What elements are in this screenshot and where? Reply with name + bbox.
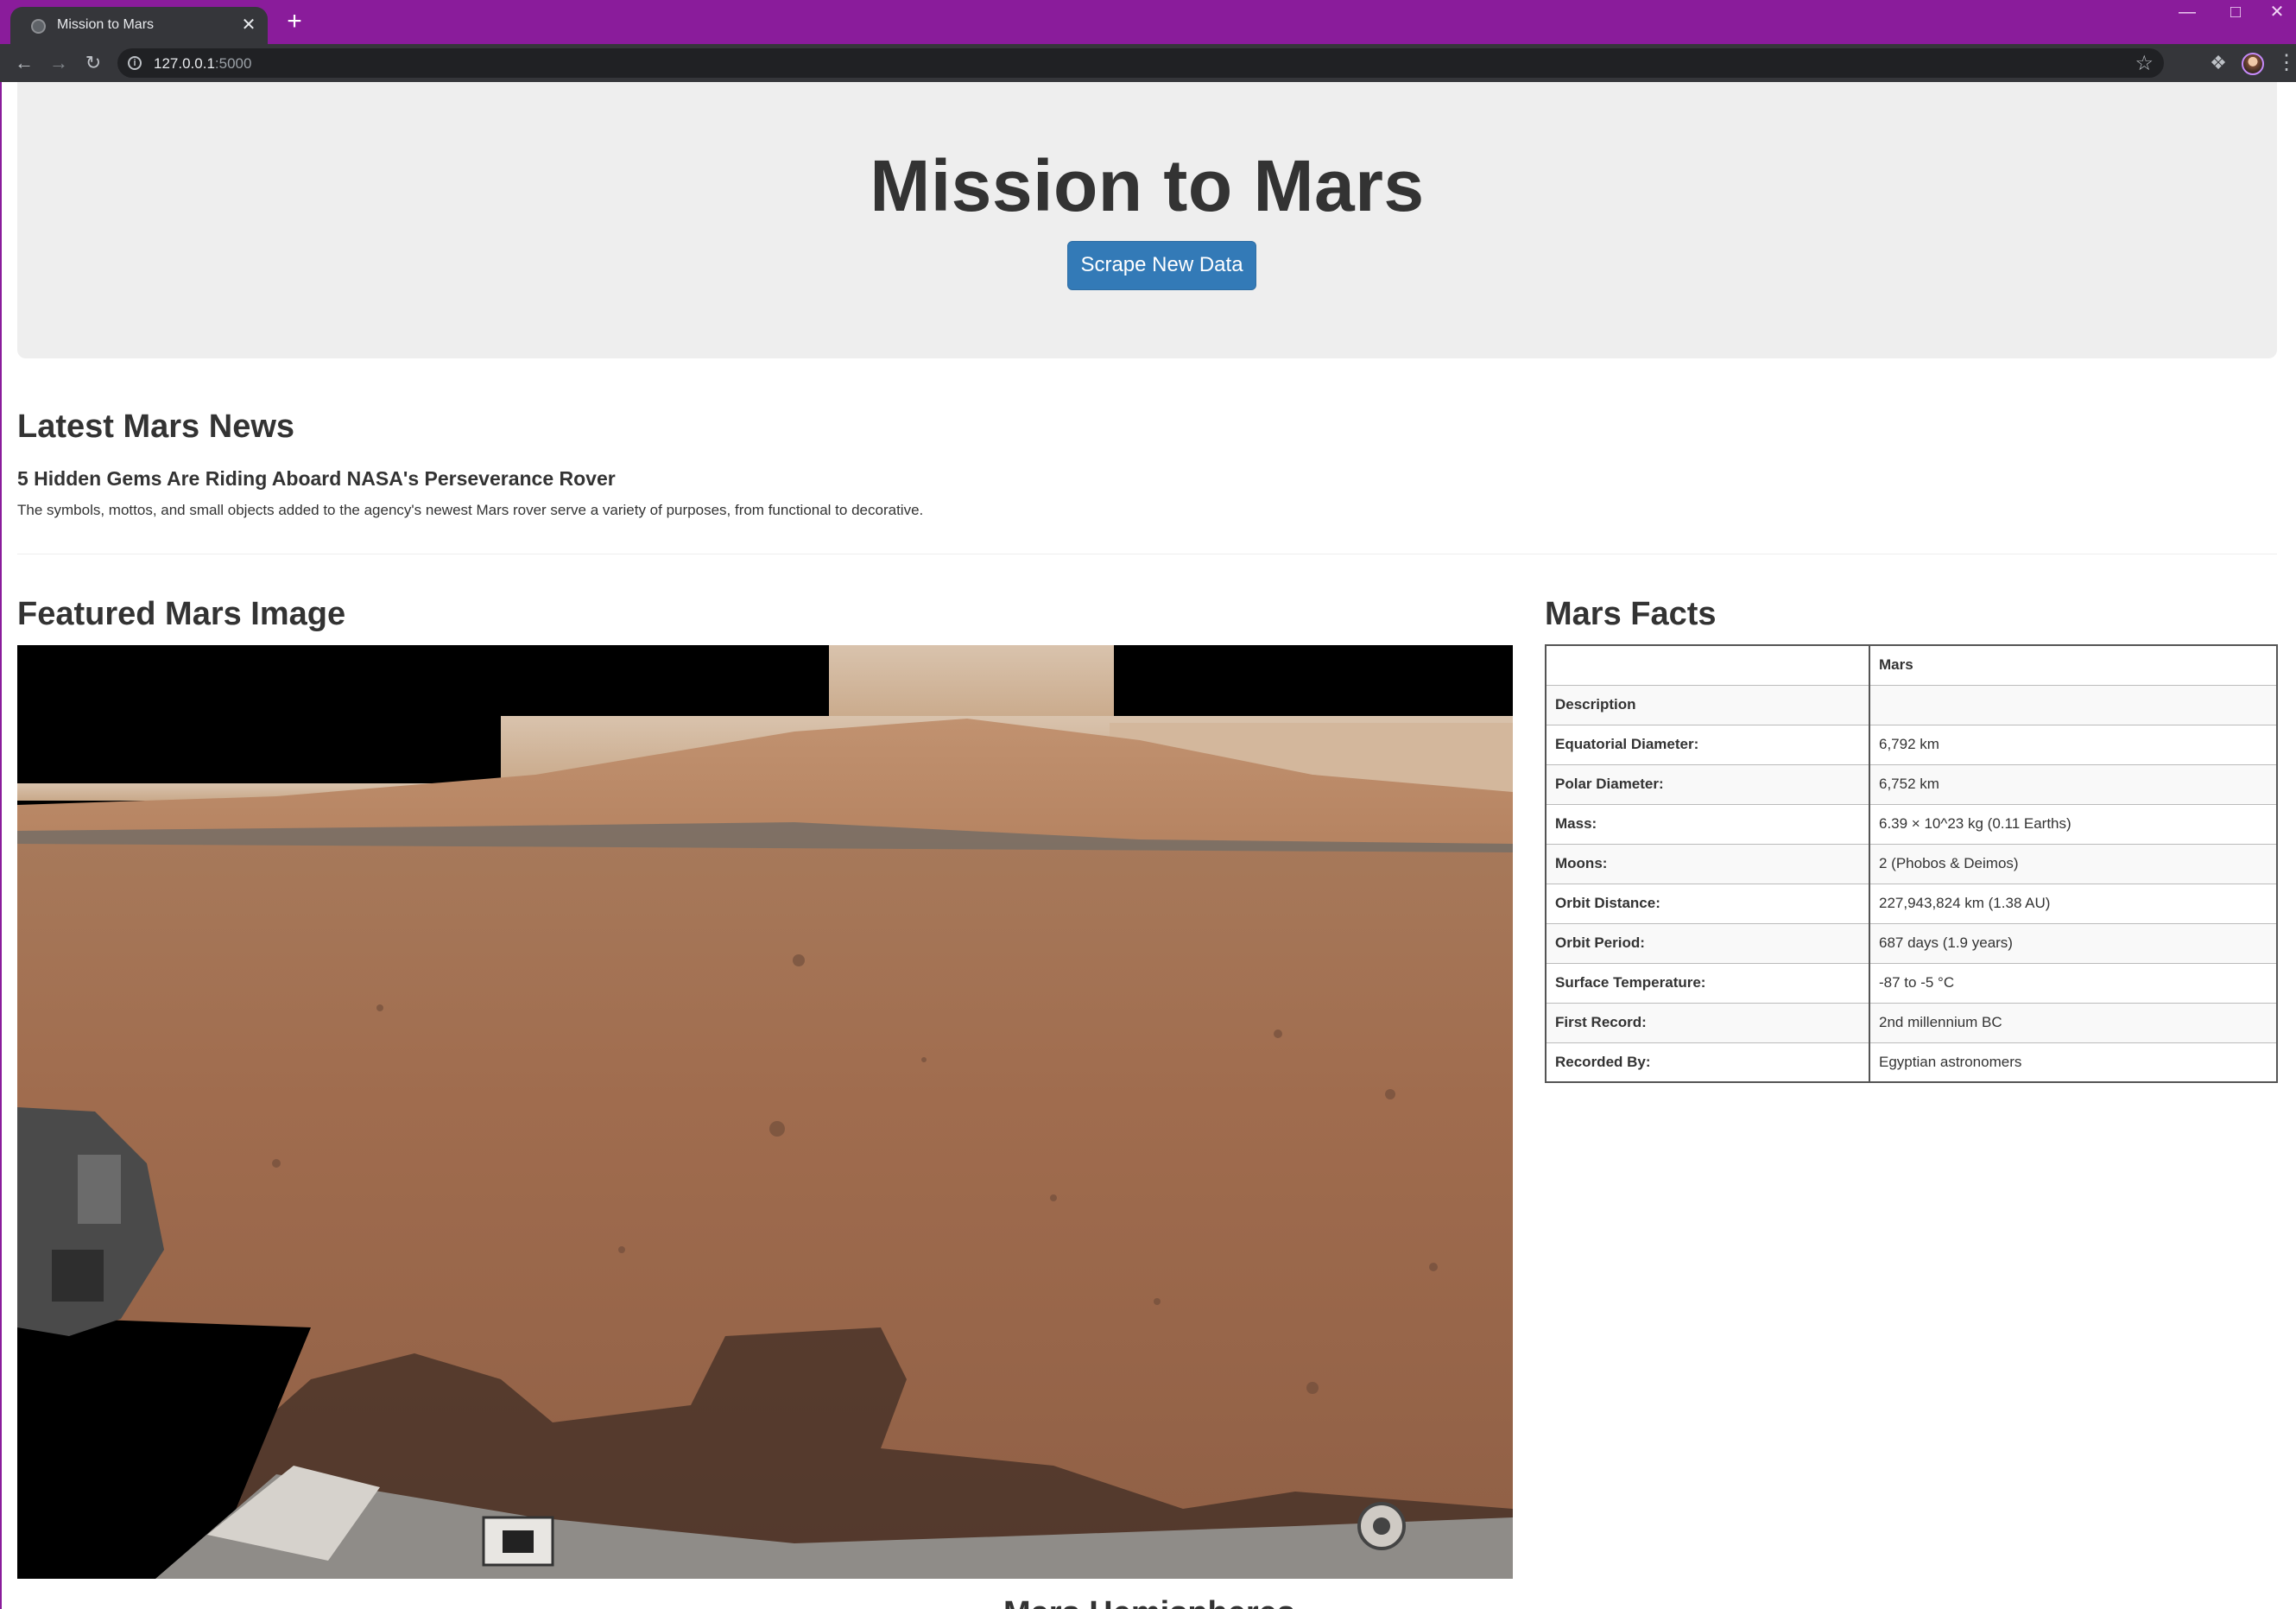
tab-title: Mission to Mars [57, 17, 155, 32]
fact-value: 227,943,824 km (1.38 AU) [1869, 883, 2278, 924]
table-row: Recorded By: Egyptian astronomers [1545, 1042, 2278, 1083]
fact-label: Moons: [1545, 843, 1870, 884]
scrape-new-data-button[interactable]: Scrape New Data [1067, 241, 1256, 290]
fact-value: 2 (Phobos & Deimos) [1869, 843, 2278, 884]
browser-toolbar: ← → ↻ i 127.0.0.1:5000 ☆ ❖ ⋮ [0, 44, 2296, 82]
news-teaser: The symbols, mottos, and small objects a… [17, 502, 924, 518]
fact-value: 6.39 × 10^23 kg (0.11 Earths) [1869, 803, 2278, 845]
fact-label: Orbit Period: [1545, 922, 1870, 964]
fact-value [1869, 684, 2278, 725]
fact-label: First Record: [1545, 1002, 1870, 1043]
fact-label: Surface Temperature: [1545, 962, 1870, 1004]
avatar[interactable] [2242, 53, 2264, 75]
table-row: Polar Diameter: 6,752 km [1545, 763, 2278, 805]
browser-tab[interactable]: Mission to Mars ✕ [10, 7, 268, 44]
fact-value: 687 days (1.9 years) [1869, 922, 2278, 964]
fact-value: -87 to -5 °C [1869, 962, 2278, 1004]
table-header-cell [1545, 644, 1870, 686]
fact-label: Polar Diameter: [1545, 763, 1870, 805]
mars-facts-table: Mars Description Equatorial Diameter: 6,7… [1545, 644, 2278, 1083]
close-icon[interactable]: ✕ [238, 15, 259, 35]
table-row: Equatorial Diameter: 6,792 km [1545, 724, 2278, 765]
fact-value: 2nd millennium BC [1869, 1002, 2278, 1043]
table-row: Orbit Period: 687 days (1.9 years) [1545, 922, 2278, 964]
fact-label: Orbit Distance: [1545, 883, 1870, 924]
table-row: Orbit Distance: 227,943,824 km (1.38 AU) [1545, 883, 2278, 924]
fact-label: Equatorial Diameter: [1545, 724, 1870, 765]
fact-value: 6,792 km [1869, 724, 2278, 765]
minimize-icon[interactable]: — [2166, 0, 2209, 26]
plus-icon[interactable]: + [281, 9, 307, 35]
mars-panorama [17, 645, 1513, 1579]
forward-icon[interactable]: → [47, 51, 71, 75]
back-icon[interactable]: ← [12, 51, 36, 75]
fact-label: Mass: [1545, 803, 1870, 845]
fact-value: 6,752 km [1869, 763, 2278, 805]
table-header-cell: Mars [1869, 644, 2278, 686]
page-title: Mission to Mars [870, 145, 1425, 226]
url-host: 127.0.0.1 [154, 55, 215, 72]
star-icon[interactable]: ☆ [2135, 51, 2154, 76]
info-icon[interactable]: i [128, 56, 142, 70]
page-content: Mission to Mars Scrape New Data Latest M… [2, 82, 2296, 1609]
fact-label: Description [1545, 684, 1870, 725]
table-row: Description [1545, 684, 2278, 725]
featured-image-heading: Featured Mars Image [17, 596, 346, 632]
window-close-icon[interactable]: ✕ [2255, 0, 2296, 26]
address-bar[interactable]: i 127.0.0.1:5000 ☆ [117, 48, 2164, 78]
reload-icon[interactable]: ↻ [81, 51, 105, 75]
table-header-row: Mars [1545, 644, 2278, 686]
featured-mars-image [17, 645, 1513, 1579]
globe-icon [31, 19, 46, 34]
kebab-menu-icon[interactable]: ⋮ [2276, 51, 2296, 75]
table-row: Surface Temperature: -87 to -5 °C [1545, 962, 2278, 1004]
table-row: Mass: 6.39 × 10^23 kg (0.11 Earths) [1545, 803, 2278, 845]
fact-label: Recorded By: [1545, 1042, 1870, 1083]
hemispheres-heading: Mars Hemispheres [1003, 1595, 1295, 1609]
url-port: :5000 [214, 55, 252, 72]
jumbotron: Mission to Mars Scrape New Data [17, 82, 2277, 358]
mars-facts-heading: Mars Facts [1545, 596, 1717, 632]
url-text: 127.0.0.1:5000 [154, 55, 251, 73]
browser-titlebar: Mission to Mars ✕ + — □ ✕ [0, 0, 2296, 44]
maximize-icon[interactable]: □ [2214, 0, 2257, 26]
table-row: Moons: 2 (Phobos & Deimos) [1545, 843, 2278, 884]
puzzle-icon[interactable]: ❖ [2207, 52, 2230, 74]
news-title: 5 Hidden Gems Are Riding Aboard NASA's P… [17, 467, 616, 490]
table-row: First Record: 2nd millennium BC [1545, 1002, 2278, 1043]
news-heading: Latest Mars News [17, 409, 295, 445]
fact-value: Egyptian astronomers [1869, 1042, 2278, 1083]
